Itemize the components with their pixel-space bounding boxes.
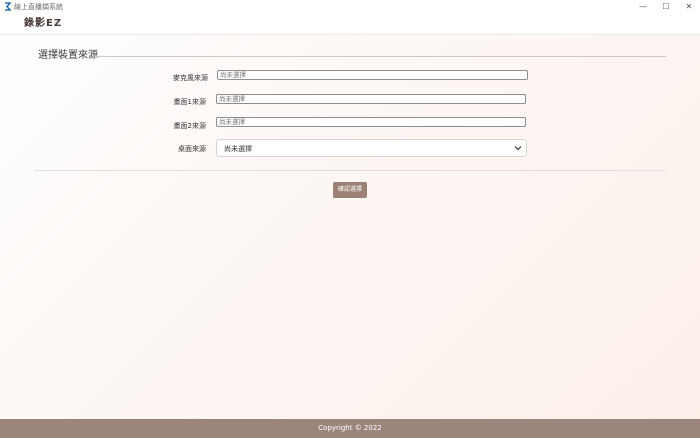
section-divider (96, 56, 666, 57)
confirm-selection-button[interactable]: 確認選擇 (333, 182, 367, 198)
window-titlebar: 線上直播擷系統 — ☐ ✕ (0, 0, 700, 14)
screen1-source-label: 畫面1來源 (173, 98, 206, 106)
desktop-source-select[interactable]: 尚未選擇 (216, 139, 527, 157)
minimize-button[interactable]: — (632, 0, 654, 14)
chevron-down-icon (514, 146, 522, 151)
section-title: 選擇裝置來源 (38, 50, 98, 61)
app-icon (5, 2, 11, 11)
footer: Copyright © 2022 (0, 419, 700, 438)
copyright-text: Copyright © 2022 (318, 424, 382, 432)
screen1-source-input[interactable] (216, 94, 526, 104)
screen2-source-input[interactable] (216, 117, 526, 127)
desktop-source-value: 尚未選擇 (224, 145, 252, 153)
window-title: 線上直播擷系統 (14, 3, 63, 11)
form-divider (34, 170, 666, 171)
microphone-source-label: 麥克風來源 (173, 74, 208, 82)
app-header: 錄影EZ (0, 14, 700, 35)
desktop-source-label: 桌面來源 (178, 145, 206, 153)
brand-logo[interactable]: 錄影EZ (24, 17, 62, 31)
screen2-source-label: 畫面2來源 (173, 122, 206, 130)
maximize-button[interactable]: ☐ (655, 0, 677, 14)
microphone-source-input[interactable] (217, 70, 528, 80)
close-button[interactable]: ✕ (678, 0, 700, 14)
